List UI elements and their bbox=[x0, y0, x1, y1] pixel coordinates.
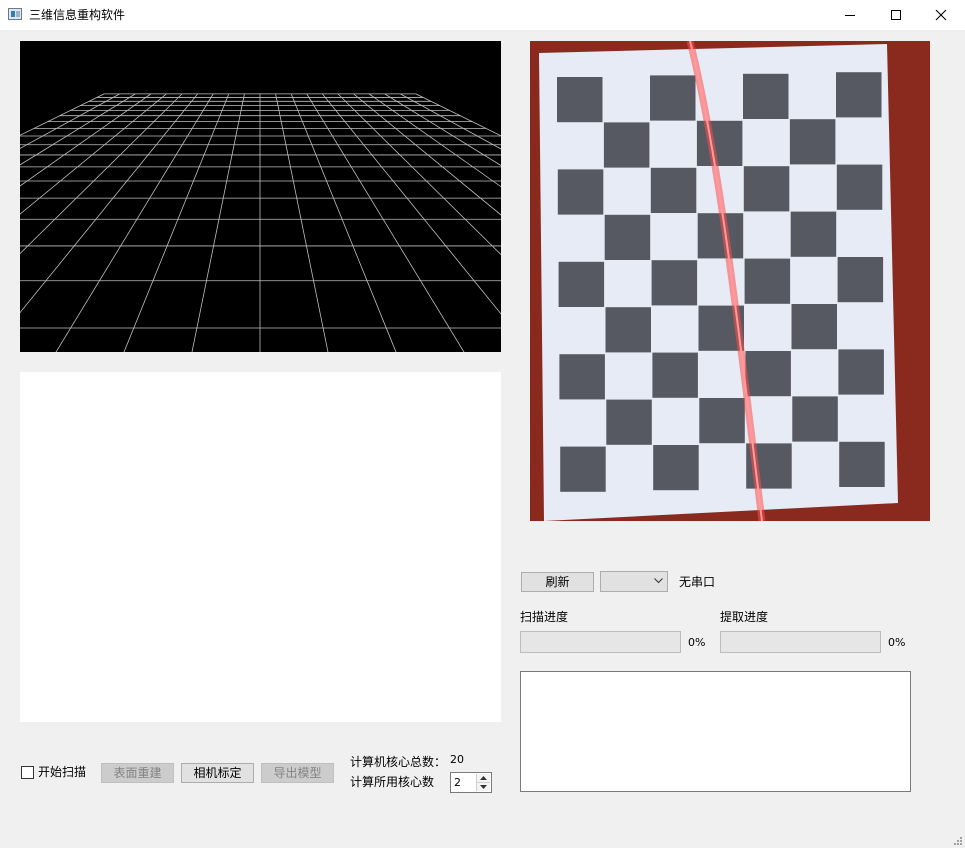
used-cores-label: 计算所用核心数 bbox=[350, 775, 435, 789]
maximize-button[interactable] bbox=[873, 0, 919, 30]
checker-square bbox=[606, 399, 652, 445]
checker-square bbox=[836, 72, 882, 118]
point-cloud-panel[interactable] bbox=[20, 372, 501, 722]
extract-progress-bar bbox=[720, 631, 881, 653]
checker-square bbox=[790, 211, 837, 257]
spin-buttons bbox=[476, 774, 490, 791]
grid-line bbox=[400, 93, 965, 404]
checker-square bbox=[559, 354, 605, 400]
grid-line bbox=[322, 93, 655, 503]
export-model-button[interactable]: 导出模型 bbox=[261, 763, 334, 783]
grid-line bbox=[0, 93, 152, 201]
spin-up-button[interactable] bbox=[477, 774, 490, 783]
grid-line bbox=[290, 93, 458, 503]
checker-square bbox=[558, 261, 605, 307]
spin-down-button[interactable] bbox=[477, 783, 490, 791]
chevron-down-icon bbox=[654, 578, 663, 584]
grid-line bbox=[306, 93, 556, 503]
checker-square bbox=[791, 304, 837, 350]
total-cores-value: 20 bbox=[450, 753, 464, 766]
grid-line bbox=[0, 93, 120, 160]
checker-square bbox=[603, 122, 650, 168]
used-cores-spinbox[interactable]: 2 bbox=[450, 772, 492, 793]
scan-progress-bar bbox=[520, 631, 681, 653]
start-scan-label[interactable]: 开始扫描 bbox=[38, 764, 86, 780]
checker-square bbox=[557, 169, 604, 215]
start-scan-checkbox[interactable] bbox=[21, 766, 34, 779]
checker-square bbox=[652, 352, 698, 398]
refresh-button[interactable]: 刷新 bbox=[521, 572, 594, 592]
checker-square bbox=[743, 73, 789, 119]
3d-grid bbox=[0, 93, 965, 503]
3d-viewport[interactable] bbox=[0, 41, 965, 503]
checker-square bbox=[792, 396, 838, 442]
minimize-icon bbox=[845, 15, 855, 16]
extract-progress-label: 提取进度 bbox=[720, 610, 769, 624]
checker-square bbox=[836, 164, 883, 210]
checker-square bbox=[650, 167, 697, 213]
scan-progress-percent: 0% bbox=[688, 636, 706, 649]
grid-line bbox=[415, 93, 965, 365]
log-textbox[interactable] bbox=[520, 671, 911, 792]
checker-square bbox=[837, 257, 884, 303]
checker-square bbox=[651, 260, 698, 306]
checker-square bbox=[838, 349, 884, 395]
arrow-up-icon bbox=[480, 776, 487, 780]
app-window-icon bbox=[8, 8, 22, 20]
grid-line bbox=[62, 93, 230, 503]
checker-square bbox=[605, 307, 651, 353]
checker-square bbox=[839, 441, 885, 487]
checker-square bbox=[696, 120, 743, 166]
close-icon bbox=[935, 9, 947, 21]
minimize-button[interactable] bbox=[827, 0, 873, 30]
checker-square bbox=[745, 351, 791, 397]
grid-line bbox=[161, 93, 245, 503]
arrow-down-icon bbox=[480, 785, 487, 789]
checker-square bbox=[557, 77, 603, 123]
grid-line bbox=[0, 93, 183, 274]
grid-line bbox=[337, 93, 753, 503]
grid-line bbox=[0, 93, 136, 178]
grid-line bbox=[275, 93, 359, 503]
resize-grip-icon[interactable] bbox=[953, 836, 963, 846]
checker-square bbox=[650, 75, 696, 121]
camera-view bbox=[530, 41, 930, 521]
checker-square bbox=[743, 166, 790, 212]
used-cores-value: 2 bbox=[454, 776, 461, 789]
checker-square bbox=[604, 214, 651, 260]
camera-image bbox=[539, 41, 898, 521]
grid-line bbox=[368, 93, 950, 503]
close-button[interactable] bbox=[918, 0, 964, 30]
grid-line bbox=[0, 93, 198, 338]
checker-square bbox=[560, 446, 606, 492]
serial-status: 无串口 bbox=[679, 575, 716, 589]
checker-square bbox=[744, 258, 791, 304]
extract-progress-percent: 0% bbox=[888, 636, 906, 649]
grid-line bbox=[384, 93, 965, 452]
title-bar: 三维信息重构软件 bbox=[0, 0, 965, 30]
camera-calibration-button[interactable]: 相机标定 bbox=[181, 763, 254, 783]
scan-progress-label: 扫描进度 bbox=[520, 610, 569, 624]
maximize-icon bbox=[891, 10, 901, 20]
serial-port-select[interactable] bbox=[600, 571, 668, 592]
checker-square bbox=[653, 445, 699, 491]
surface-rebuild-button[interactable]: 表面重建 bbox=[101, 763, 174, 783]
checker-square bbox=[789, 119, 836, 165]
grid-line bbox=[0, 93, 105, 146]
total-cores-label: 计算机核心总数： bbox=[350, 755, 447, 769]
checker-square bbox=[699, 398, 745, 444]
window-title: 三维信息重构软件 bbox=[29, 8, 126, 22]
